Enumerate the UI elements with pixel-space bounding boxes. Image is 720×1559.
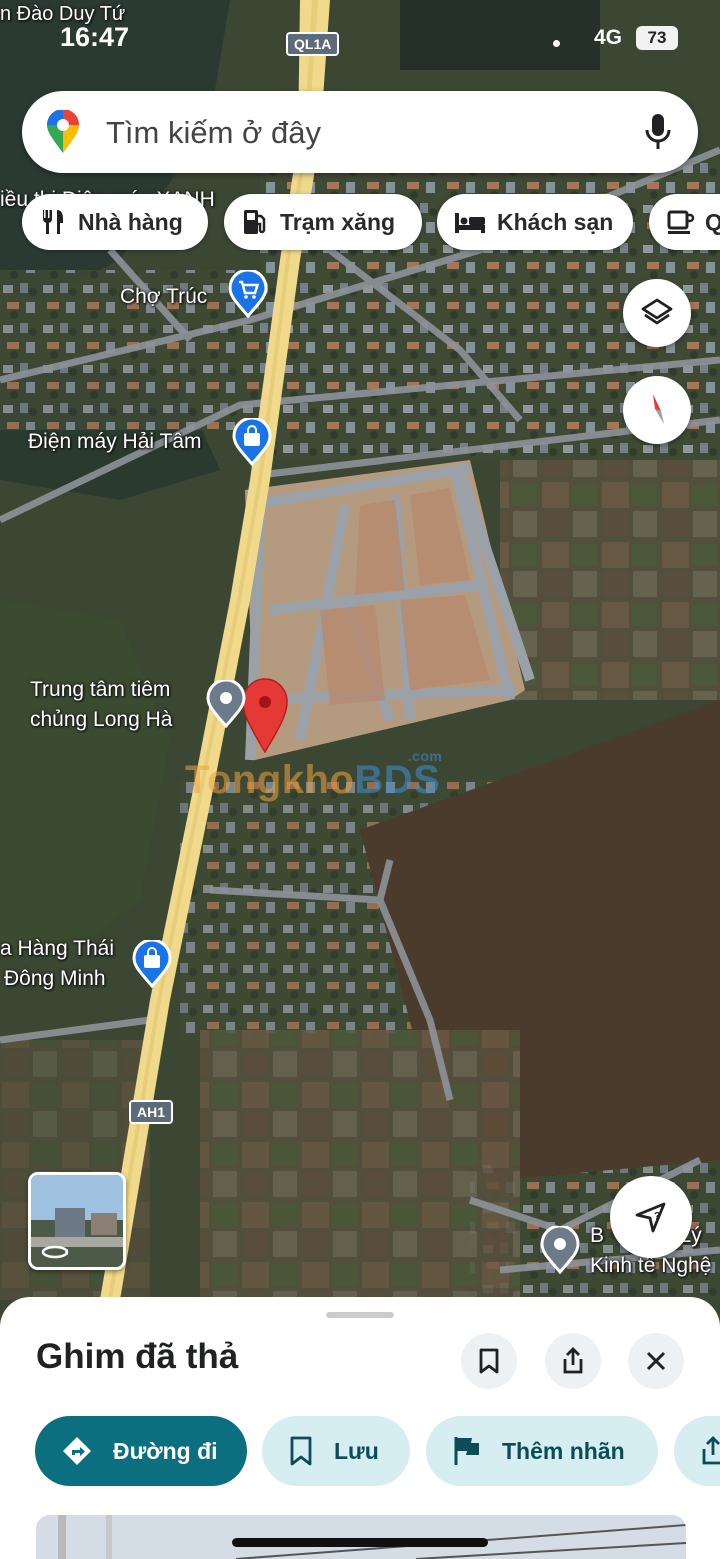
location-arrow-icon: ?	[635, 1202, 666, 1233]
chip-restaurant[interactable]: Nhà hàng	[22, 194, 208, 250]
status-time: 16:47	[60, 22, 130, 52]
save-button[interactable]: Lưu	[262, 1416, 410, 1486]
chip-gas-station[interactable]: Trạm xăng	[224, 194, 422, 250]
map-label-trung-tam-1[interactable]: Trung tâm tiêm	[30, 676, 170, 704]
generic-place-pin-icon[interactable]	[206, 680, 246, 728]
chip-label: Khách sạn	[497, 208, 614, 235]
map-label-trung-tam-2[interactable]: chủng Long Hà	[30, 706, 172, 734]
street-view-image	[31, 1175, 123, 1267]
close-icon	[646, 1351, 666, 1371]
share-icon	[563, 1347, 583, 1374]
close-button[interactable]	[628, 1333, 684, 1389]
restaurant-icon	[43, 210, 63, 234]
shopping-bag-pin-icon[interactable]	[232, 418, 272, 466]
add-label-button[interactable]: Thêm nhãn	[426, 1416, 658, 1486]
share-icon	[702, 1436, 720, 1465]
chip-label: Nhà hàng	[78, 208, 183, 235]
compass-button[interactable]	[623, 376, 691, 444]
home-indicator[interactable]	[232, 1538, 488, 1547]
bookmark-icon	[290, 1436, 312, 1466]
bookmark-icon	[479, 1348, 499, 1374]
add-label-label: Thêm nhãn	[502, 1437, 625, 1464]
directions-label: Đường đi	[113, 1437, 218, 1464]
chip-label: Q	[705, 208, 720, 235]
sheet-drag-handle[interactable]	[326, 1312, 394, 1318]
save-label: Lưu	[334, 1437, 379, 1464]
chip-coffee[interactable]: Q	[649, 194, 720, 250]
hotel-icon	[455, 213, 485, 233]
gas-station-icon	[244, 210, 266, 234]
search-input[interactable]	[106, 113, 606, 153]
my-location-button[interactable]: ?	[610, 1176, 692, 1258]
share-action-button[interactable]	[674, 1416, 720, 1486]
sheet-title: Ghim đã thả	[36, 1337, 239, 1376]
network-type: 4G	[594, 26, 623, 49]
shopping-bag-pin-icon-2[interactable]	[132, 940, 172, 988]
map-label-nha-hang-1[interactable]: a Hàng Thái	[0, 935, 114, 963]
layers-button[interactable]	[623, 279, 691, 347]
svg-text:?: ?	[654, 1211, 660, 1222]
coffee-icon	[667, 210, 695, 234]
google-maps-logo-icon	[47, 110, 79, 153]
layers-icon	[641, 298, 673, 325]
bookmark-button[interactable]	[461, 1333, 517, 1389]
place-photo-image	[36, 1515, 686, 1559]
directions-button[interactable]: Đường đi	[35, 1416, 247, 1486]
status-bar: 16:47 4G 73	[0, 0, 720, 80]
search-bar[interactable]	[22, 91, 698, 173]
map-label-cho-truc[interactable]: Chợ Trúc	[120, 283, 207, 311]
directions-icon	[63, 1437, 91, 1465]
microphone-icon[interactable]	[644, 112, 672, 152]
map-label-nha-hang-2[interactable]: Đông Minh	[4, 965, 106, 993]
signal-dot-icon	[553, 40, 560, 47]
street-view-thumbnail[interactable]	[28, 1172, 126, 1270]
compass-icon	[653, 394, 664, 424]
chip-label: Trạm xăng	[280, 208, 396, 235]
road-shield-ah1: AH1	[129, 1100, 174, 1124]
place-bottom-sheet[interactable]: Ghim đã thả Đường đi Lưu Thêm nhãn	[0, 1297, 720, 1559]
shopping-cart-pin-icon[interactable]	[228, 270, 268, 318]
battery-indicator: 73	[636, 26, 678, 50]
chip-hotel[interactable]: Khách sạn	[437, 194, 633, 250]
place-photo[interactable]	[36, 1515, 686, 1559]
map-label-dien-may[interactable]: Điện máy Hải Tâm	[28, 428, 202, 456]
share-button[interactable]	[545, 1333, 601, 1389]
watermark-logo: TongkhoBDS .com	[185, 748, 443, 802]
flag-icon	[454, 1437, 479, 1465]
generic-place-pin-icon-2[interactable]	[540, 1226, 580, 1274]
